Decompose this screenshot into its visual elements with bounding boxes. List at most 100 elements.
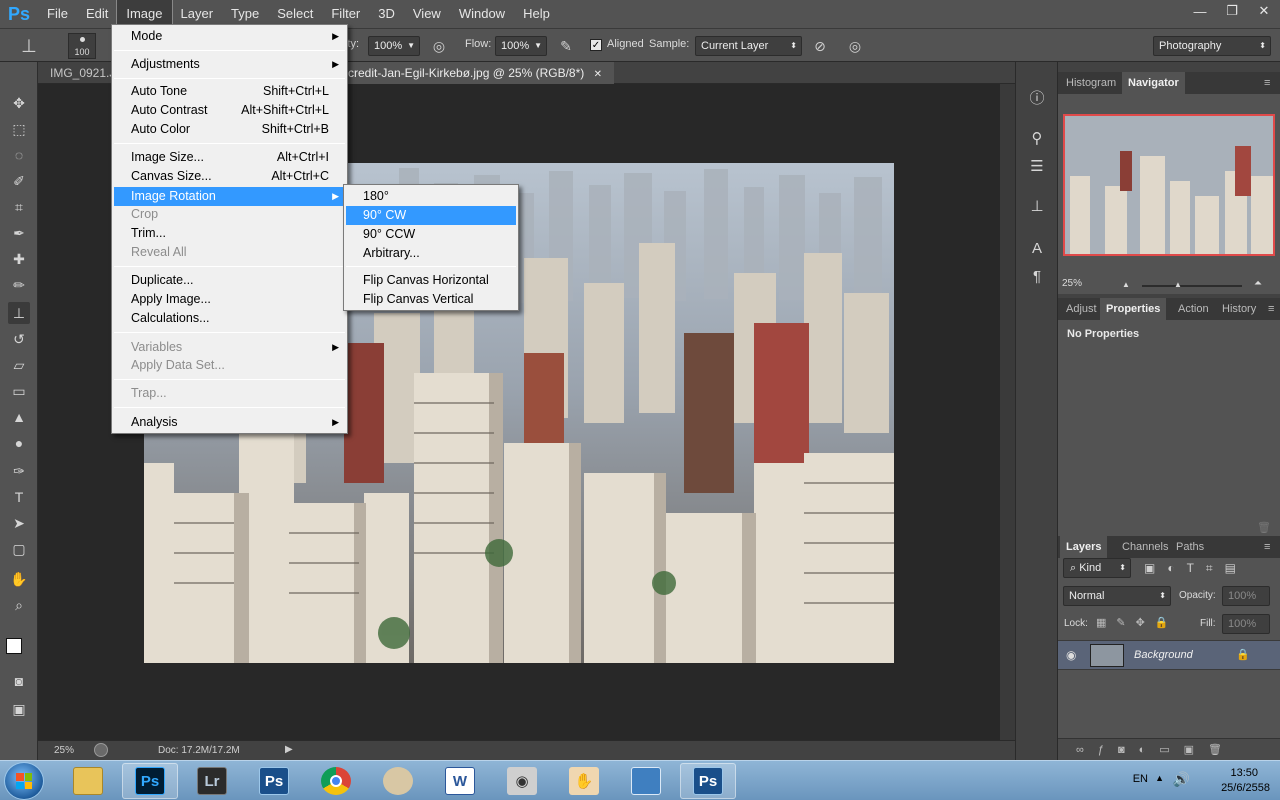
blend-mode-dropdown[interactable]: Normal ⬍ <box>1063 586 1171 606</box>
aligned-checkbox[interactable]: ✓ <box>590 39 602 51</box>
menu-help[interactable]: Help <box>514 0 559 28</box>
menu-item-flip-horizontal[interactable]: Flip Canvas Horizontal <box>346 271 516 290</box>
zoom-out-icon[interactable]: ▲ <box>1122 280 1130 289</box>
menu-item-auto-color[interactable]: Auto Color Shift+Ctrl+B <box>114 120 345 139</box>
eye-visibility-icon[interactable]: ◉ <box>1066 648 1076 662</box>
vertical-scrollbar[interactable] <box>1000 84 1015 740</box>
tab-properties[interactable]: Properties <box>1100 298 1167 320</box>
clone-source-icon[interactable]: ⊥ <box>1026 196 1048 218</box>
trash-icon[interactable]: 🗑 <box>1257 521 1271 534</box>
zoom-slider[interactable] <box>1142 285 1242 287</box>
status-info-icon[interactable] <box>94 743 108 757</box>
airbrush-icon[interactable]: ✎ <box>557 37 575 55</box>
menu-item-trim[interactable]: Trim... <box>114 224 345 243</box>
menu-item-adjustments[interactable]: Adjustments ▶ <box>114 55 345 74</box>
pressure-opacity-icon[interactable]: ◎ <box>430 37 448 55</box>
brush-tool-icon[interactable]: ✏ <box>8 274 30 296</box>
paragraph-icon[interactable]: ¶ <box>1026 266 1048 288</box>
clock-date[interactable]: 25/6/2558 <box>1221 782 1270 794</box>
gradient-tool-icon[interactable]: ▭ <box>8 380 30 402</box>
menu-item-duplicate[interactable]: Duplicate... <box>114 271 345 290</box>
tab-adjustments[interactable]: Adjust <box>1060 298 1103 320</box>
minimize-button[interactable]: — <box>1184 0 1216 22</box>
tab-actions[interactable]: Action <box>1172 298 1215 320</box>
navigator-thumbnail[interactable] <box>1063 114 1275 256</box>
menu-item-rotate-90-ccw[interactable]: 90° CCW <box>346 225 516 244</box>
screen-mode-icon[interactable]: ▣ <box>8 698 30 720</box>
menu-item-auto-tone[interactable]: Auto Tone Shift+Ctrl+L <box>114 82 345 101</box>
fill-field[interactable]: 100% <box>1222 614 1270 634</box>
navigator-zoom-value[interactable]: 25% <box>1062 278 1082 289</box>
info-icon[interactable]: ⓘ <box>1026 88 1048 110</box>
menu-item-image-size[interactable]: Image Size... Alt+Ctrl+I <box>114 148 345 167</box>
clone-stamp-tool-icon[interactable]: ⊥ <box>8 302 30 324</box>
workspace-dropdown[interactable]: Photography ⬍ <box>1153 36 1271 56</box>
volume-icon[interactable]: 🔊 <box>1173 771 1190 788</box>
pressure-size-icon[interactable]: ◎ <box>846 37 864 55</box>
quick-mask-icon[interactable]: ◙ <box>8 670 30 692</box>
healing-brush-tool-icon[interactable]: ✚ <box>8 248 30 270</box>
lasso-tool-icon[interactable]: ◌ <box>8 144 30 166</box>
sample-dropdown[interactable]: Current Layer ⬍ <box>695 36 802 56</box>
path-select-tool-icon[interactable]: ➤ <box>8 512 30 534</box>
history-brush-tool-icon[interactable]: ↺ <box>8 328 30 350</box>
show-hidden-icons-icon[interactable]: ▲ <box>1155 773 1164 783</box>
menu-item-calculations[interactable]: Calculations... <box>114 309 345 328</box>
menu-item-rotate-180[interactable]: 180° <box>346 187 516 206</box>
layer-name[interactable]: Background <box>1134 649 1193 661</box>
taskbar-word[interactable]: W <box>432 763 488 799</box>
layer-filter-icons[interactable]: ▣◐T⌗▤ <box>1144 561 1248 576</box>
tab-navigator[interactable]: Navigator <box>1122 72 1185 94</box>
menu-item-auto-contrast[interactable]: Auto Contrast Alt+Shift+Ctrl+L <box>114 101 345 120</box>
eyedropper-tool-icon[interactable]: ✒ <box>8 222 30 244</box>
crop-tool-icon[interactable]: ⌗ <box>8 196 30 218</box>
flow-field[interactable]: 100% ▼ <box>495 36 547 56</box>
menu-window[interactable]: Window <box>450 0 514 28</box>
zoom-slider-thumb[interactable]: ▲ <box>1174 280 1182 289</box>
shape-tool-icon[interactable]: ▢ <box>8 538 30 560</box>
panel-menu-icon[interactable]: ≡ <box>1258 536 1276 558</box>
blur-tool-icon[interactable]: ▲ <box>8 406 30 428</box>
pen-tool-icon[interactable]: ✑ <box>8 460 30 482</box>
layer-row-background[interactable]: ◉ Background 🔒 <box>1058 640 1280 670</box>
zoom-tool-icon[interactable]: ⌕ <box>8 594 30 616</box>
panel-menu-icon[interactable]: ≡ <box>1262 298 1280 320</box>
adjustments-sliders-icon[interactable]: ☰ <box>1026 156 1048 178</box>
tab-channels[interactable]: Channels <box>1116 536 1174 558</box>
layer-filter-kind[interactable]: ⌕ Kind ⬍ <box>1063 558 1131 578</box>
taskbar-photo-viewer[interactable] <box>618 763 674 799</box>
dodge-tool-icon[interactable]: ● <box>8 432 30 454</box>
taskbar-lightroom[interactable]: Lr <box>184 763 240 799</box>
panel-menu-icon[interactable]: ≡ <box>1258 72 1276 94</box>
taskbar-photoshop-active[interactable]: Ps <box>680 763 736 799</box>
menu-item-rotate-90-cw[interactable]: 90° CW <box>346 206 516 225</box>
layers-footer-icons[interactable]: ∞ƒ◙◐▭▣🗑 <box>1058 738 1280 760</box>
character-icon[interactable]: A <box>1026 238 1048 260</box>
move-tool-icon[interactable]: ✥ <box>8 92 30 114</box>
zoom-level[interactable]: 25% <box>54 745 74 756</box>
restore-button[interactable]: ❐ <box>1216 0 1248 22</box>
menu-item-mode[interactable]: Mode ▶ <box>114 27 345 46</box>
type-tool-icon[interactable]: T <box>8 486 30 508</box>
taskbar-chrome[interactable] <box>308 763 364 799</box>
tab-document-2[interactable]: credit-Jan-Egil-Kirkebø.jpg @ 25% (RGB/8… <box>336 62 614 84</box>
close-button[interactable]: ✕ <box>1248 0 1280 22</box>
menu-item-apply-image[interactable]: Apply Image... <box>114 290 345 309</box>
opacity-field[interactable]: 100% ▼ <box>368 36 420 56</box>
tab-history[interactable]: History <box>1216 298 1262 320</box>
taskbar-viewer[interactable]: ◉ <box>494 763 550 799</box>
menu-view[interactable]: View <box>404 0 450 28</box>
menu-item-analysis[interactable]: Analysis ▶ <box>114 413 345 432</box>
quick-select-tool-icon[interactable]: ✐ <box>8 170 30 192</box>
tab-layers[interactable]: Layers <box>1060 536 1108 558</box>
menu-file[interactable]: File <box>38 0 77 28</box>
taskbar-hand-app[interactable]: ✋ <box>556 763 612 799</box>
taskbar-explorer[interactable] <box>60 763 116 799</box>
taskbar-photoshop-2[interactable]: Ps <box>246 763 302 799</box>
tab-histogram[interactable]: Histogram <box>1060 72 1122 94</box>
menu-item-flip-vertical[interactable]: Flip Canvas Vertical <box>346 290 516 309</box>
menu-item-arbitrary[interactable]: Arbitrary... <box>346 244 516 263</box>
brush-presets-icon[interactable]: ⚲ <box>1026 128 1048 150</box>
start-button[interactable] <box>4 762 44 800</box>
layer-opacity-field[interactable]: 100% <box>1222 586 1270 606</box>
